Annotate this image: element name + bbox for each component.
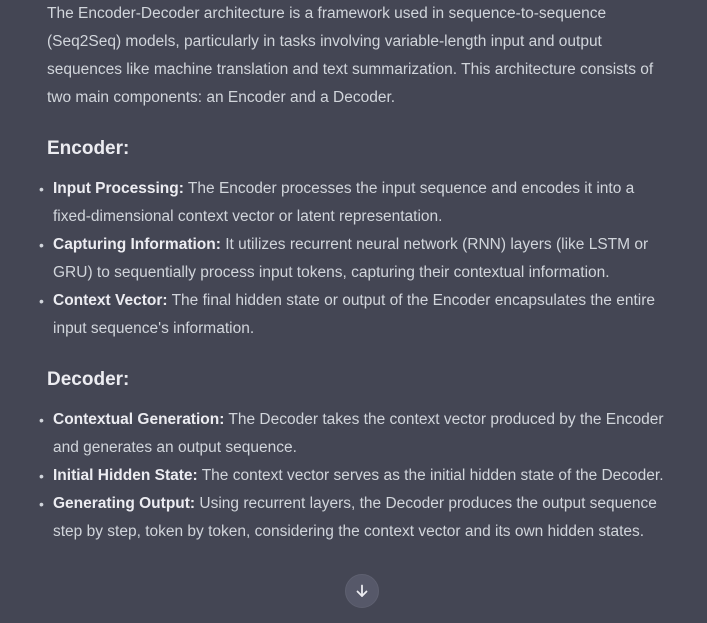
item-term: Capturing Information: (53, 236, 221, 253)
list-item: • Input Processing: The Encoder processes… (39, 175, 667, 231)
bullet-icon: • (39, 412, 44, 428)
decoder-list: • Contextual Generation: The Decoder take… (39, 406, 667, 546)
item-term: Contextual Generation: (53, 411, 225, 428)
scroll-to-bottom-button[interactable] (345, 574, 379, 608)
encoder-heading: Encoder: (47, 138, 130, 159)
item-term: Initial Hidden State: (53, 467, 198, 484)
encoder-list: • Input Processing: The Encoder processes… (39, 175, 667, 343)
item-term: Generating Output: (53, 495, 196, 512)
intro-paragraph: The Encoder-Decoder architecture is a fr… (47, 5, 654, 106)
item-text: The context vector serves as the initial… (197, 467, 664, 484)
list-item: • Generating Output: Using recurrent laye… (39, 490, 667, 546)
item-term: Context Vector: (53, 292, 168, 309)
item-term: Input Processing: (53, 180, 184, 197)
bullet-icon: • (39, 181, 44, 197)
bullet-icon: • (39, 237, 44, 253)
assistant-message: The Encoder-Decoder architecture is a fr… (39, 0, 667, 546)
decoder-heading: Decoder: (47, 369, 130, 390)
bullet-icon: • (39, 293, 44, 309)
bullet-icon: • (39, 496, 44, 512)
list-item: • Contextual Generation: The Decoder take… (39, 406, 667, 462)
list-item: • Capturing Information: It utilizes recu… (39, 231, 667, 287)
bullet-icon: • (39, 468, 44, 484)
list-item: • Initial Hidden State: The context vecto… (39, 462, 667, 490)
arrow-down-icon (356, 584, 368, 597)
list-item: • Context Vector: The final hidden state … (39, 287, 667, 343)
